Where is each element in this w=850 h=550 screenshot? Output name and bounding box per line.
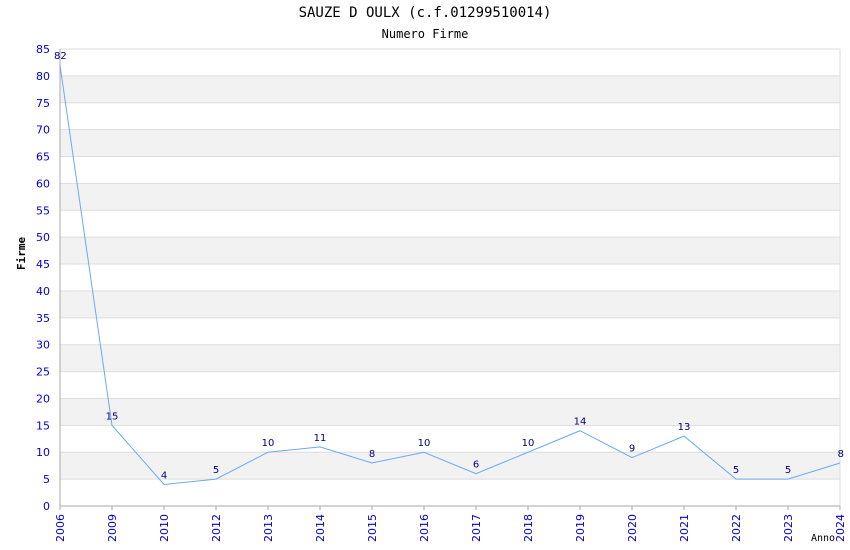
data-label: 8 [369, 449, 375, 460]
x-tick-label: 2012 [210, 514, 223, 542]
y-tick-label: 85 [36, 43, 50, 56]
x-tick-label: 2014 [314, 514, 327, 542]
data-label: 8 [838, 449, 844, 460]
x-tick-label: 2017 [470, 514, 483, 542]
y-tick-label: 60 [36, 177, 50, 190]
grid-band [60, 290, 840, 318]
y-tick-labels: 0 5 10 15 20 25 30 35 40 45 50 55 60 65 70 75 80 85 [36, 43, 50, 513]
plot-axes [59, 49, 840, 507]
line-chart: 0510152025303540455055606570758085 2006 2… [36, 43, 847, 542]
y-tick-label: 80 [36, 70, 50, 83]
x-tick-label: 2015 [366, 514, 379, 542]
y-tick-label: 30 [36, 339, 50, 352]
data-label: 5 [785, 465, 791, 476]
data-label: 11 [314, 433, 327, 444]
y-tick-label: 0 [43, 500, 50, 513]
grid-band [60, 237, 840, 265]
y-tick-label: 75 [36, 97, 50, 110]
data-label: 13 [678, 422, 691, 433]
x-tick-label: 2022 [730, 514, 743, 542]
x-tick-label: 2018 [522, 514, 535, 542]
grid-band [60, 452, 840, 480]
y-tick-label: 65 [36, 151, 50, 164]
grid-band [60, 398, 840, 426]
x-tick-label: 2016 [418, 514, 431, 542]
y-tick-label: 45 [36, 258, 50, 271]
data-label: 5 [213, 465, 219, 476]
y-tick-label: 5 [43, 473, 50, 486]
x-tick-label: 2021 [678, 514, 691, 542]
x-tick-label: 2006 [54, 514, 67, 542]
y-tick-label: 40 [36, 285, 50, 298]
data-label: 4 [161, 470, 167, 481]
x-tick-label: 2013 [262, 514, 275, 542]
grid-band [60, 75, 840, 103]
data-label: 5 [733, 465, 739, 476]
data-label: 10 [522, 438, 535, 449]
x-tick-label: 2024 [834, 514, 847, 542]
x-tick-label: 2009 [106, 514, 119, 542]
x-tick-label: 2019 [574, 514, 587, 542]
y-tick-label: 20 [36, 392, 50, 405]
data-label: 6 [473, 460, 479, 471]
plot-gridlines [60, 48, 841, 507]
x-tick-label: 2020 [626, 514, 639, 542]
x-tick-label: 2023 [782, 514, 795, 542]
y-tick-label: 35 [36, 312, 50, 325]
grid-band [60, 183, 840, 211]
data-label: 15 [106, 411, 119, 422]
y-tick-label: 55 [36, 204, 50, 217]
data-label: 10 [418, 438, 431, 449]
y-tick-label: 50 [36, 231, 50, 244]
y-tick-label: 25 [36, 366, 50, 379]
y-tick-label: 10 [36, 446, 50, 459]
data-label: 14 [574, 417, 587, 428]
grid-band [60, 129, 840, 157]
y-tick-label: 70 [36, 124, 50, 137]
data-label: 9 [629, 444, 635, 455]
x-tick-label: 2010 [158, 514, 171, 542]
data-label: 10 [262, 438, 275, 449]
data-label: 82 [54, 51, 67, 62]
x-tick-labels: 2006 2009 2010 2012 2013 2014 2015 2016 2017 2018… [54, 506, 847, 542]
y-tick-label: 15 [36, 419, 50, 432]
grid-band [60, 344, 840, 372]
plot-bands [60, 75, 840, 480]
